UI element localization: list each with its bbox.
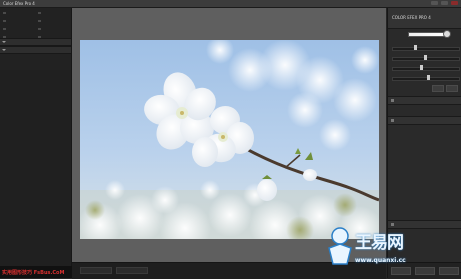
adjust-slider[interactable]	[392, 62, 460, 71]
left-panel-empty-area	[0, 70, 71, 270]
adjust-slider[interactable]	[392, 72, 460, 81]
adjustment-panel: COLOR EFEX PRO 4	[387, 8, 461, 279]
toolbar-control[interactable]	[80, 267, 112, 274]
minimize-icon[interactable]	[431, 1, 438, 5]
slider-thumb[interactable]	[424, 55, 427, 60]
blossom-photo	[80, 40, 379, 239]
footer-button-1[interactable]	[391, 267, 411, 275]
title-bar: Color Efex Pro 4	[0, 0, 461, 8]
right-section-3[interactable]	[388, 220, 461, 229]
slider-track[interactable]	[392, 77, 460, 81]
slider-track[interactable]	[392, 67, 460, 71]
right-section-2[interactable]	[388, 116, 461, 125]
window-title: Color Efex Pro 4	[3, 1, 35, 6]
left-section-2[interactable]	[0, 46, 71, 54]
workspace-toolbar	[72, 262, 386, 279]
adjust-slider[interactable]	[392, 52, 460, 61]
slider-thumb[interactable]	[427, 75, 430, 80]
filter-item[interactable]	[2, 11, 34, 15]
filter-browser-panel	[0, 8, 72, 270]
checkbox-icon[interactable]	[391, 119, 394, 122]
logo-text: 实用图形技巧 FsBus.CoM	[2, 270, 65, 276]
control-point-row	[392, 85, 458, 92]
close-icon[interactable]	[451, 1, 458, 5]
filter-item[interactable]	[2, 27, 34, 31]
maximize-icon[interactable]	[441, 1, 448, 5]
collapse-arrow-icon	[2, 41, 6, 43]
filter-item[interactable]	[37, 19, 69, 23]
preview-image	[80, 40, 379, 239]
slider-track[interactable]	[392, 47, 460, 51]
filter-item[interactable]	[37, 27, 69, 31]
checkbox-icon[interactable]	[391, 223, 394, 226]
window-controls	[431, 1, 458, 5]
collapse-arrow-icon	[2, 49, 6, 51]
filter-header: COLOR EFEX PRO 4	[388, 8, 461, 29]
left-section-1[interactable]	[0, 38, 71, 46]
panel-footer	[388, 262, 461, 279]
color-swatch[interactable]	[408, 32, 446, 37]
toolbar-control[interactable]	[116, 267, 148, 274]
footer-button-2[interactable]	[415, 267, 435, 275]
slider-thumb[interactable]	[414, 45, 417, 50]
adjust-slider[interactable]	[392, 42, 460, 51]
filter-item[interactable]	[37, 11, 69, 15]
right-section-1[interactable]	[388, 96, 461, 105]
remove-control-point-button[interactable]	[446, 85, 458, 92]
site-logo: 实用图形技巧 FsBus.CoM	[0, 266, 75, 278]
filter-item[interactable]	[2, 19, 34, 23]
filter-list	[2, 11, 68, 39]
color-picker-knob[interactable]	[443, 30, 451, 38]
checkbox-icon[interactable]	[391, 99, 394, 102]
slider-thumb[interactable]	[420, 65, 423, 70]
footer-button-3[interactable]	[439, 267, 459, 275]
filter-name: COLOR EFEX PRO 4	[392, 15, 431, 20]
add-control-point-button[interactable]	[432, 85, 444, 92]
